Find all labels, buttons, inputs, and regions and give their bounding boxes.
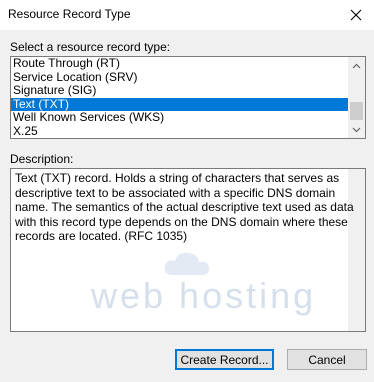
record-type-item[interactable]: Route Through (RT) [11, 57, 348, 71]
record-type-item[interactable]: Text (TXT) [11, 97, 348, 111]
select-record-type-label: Select a resource record type: [10, 40, 171, 54]
chevron-down-icon [352, 127, 361, 132]
description-label: Description: [10, 152, 74, 166]
watermark-text: web hosting [91, 275, 317, 316]
scroll-down-button[interactable] [348, 121, 365, 138]
record-type-list: Route Through (RT) Service Location (SRV)… [11, 57, 348, 138]
close-button[interactable] [338, 0, 374, 30]
scroll-up-button[interactable] [348, 57, 365, 74]
description-box: web hosting Text (TXT) record. Holds a s… [10, 168, 366, 332]
watermark: web hosting [71, 249, 321, 319]
dialog-title: Resource Record Type [8, 7, 131, 21]
create-record-button[interactable]: Create Record... [175, 349, 274, 370]
resource-record-type-dialog: Resource Record Type Select a resource r… [0, 0, 374, 382]
close-icon [350, 9, 362, 21]
cancel-button[interactable]: Cancel [287, 349, 367, 370]
listbox-scrollbar[interactable] [348, 57, 365, 138]
title-bar: Resource Record Type [0, 0, 374, 30]
description-text: Text (TXT) record. Holds a string of cha… [15, 171, 354, 243]
record-type-item[interactable]: Signature (SIG) [11, 84, 348, 98]
record-type-listbox[interactable]: Route Through (RT) Service Location (SRV)… [10, 56, 366, 139]
record-type-item[interactable]: X.25 [11, 124, 348, 139]
cloud-logo-icon [164, 252, 210, 275]
record-type-item[interactable]: Service Location (SRV) [11, 70, 348, 85]
scroll-thumb[interactable] [350, 102, 363, 120]
record-type-item[interactable]: Well Known Services (WKS) [11, 111, 348, 125]
chevron-up-icon [352, 63, 361, 68]
